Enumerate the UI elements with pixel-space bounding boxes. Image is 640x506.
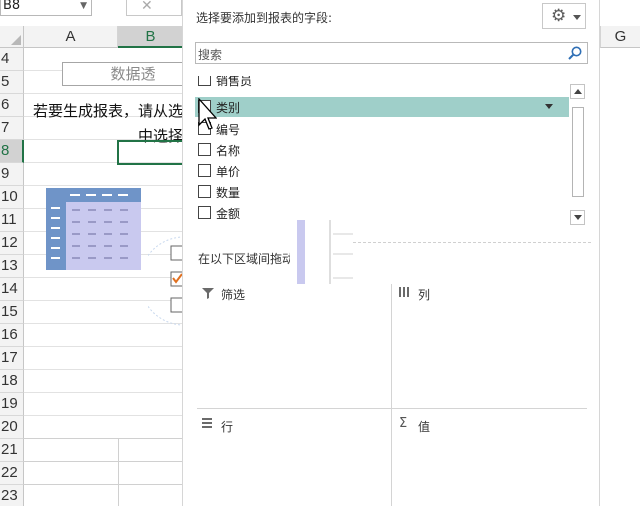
chevron-down-icon [573, 15, 581, 20]
row-header[interactable]: 15 [0, 301, 24, 324]
filters-area-title: 筛选 [221, 288, 246, 302]
row-header[interactable]: 4 [0, 48, 24, 71]
scroll-thumb[interactable] [572, 107, 584, 197]
field-label: 类别 [216, 101, 241, 115]
row-header[interactable]: 21 [0, 439, 24, 462]
scroll-down-button[interactable] [570, 210, 585, 225]
search-placeholder: 搜索 [198, 48, 223, 62]
row-gridline [24, 369, 184, 370]
row-header[interactable]: 11 [0, 209, 24, 232]
pivot-placeholder-text: 若要生成报表，请从选 [33, 102, 184, 120]
field-label: 金额 [216, 207, 241, 221]
field-checkbox[interactable] [198, 76, 211, 86]
column-header-g[interactable]: G [600, 26, 640, 48]
field-label: 名称 [216, 144, 241, 158]
values-drop-zone[interactable] [395, 434, 587, 504]
row-header[interactable]: 13 [0, 255, 24, 278]
row-header[interactable]: 22 [0, 462, 24, 485]
area-separator-horizontal [197, 408, 587, 409]
field-list: 销售员 类别 编号 名称 单价 数量 金额 [195, 76, 569, 226]
tools-button[interactable]: ⚙ [542, 3, 586, 29]
row-gridline [24, 93, 184, 94]
field-label: 单价 [216, 165, 241, 179]
field-label: 编号 [216, 123, 241, 137]
close-icon: ✕ [141, 0, 153, 14]
field-checkbox[interactable] [198, 185, 211, 198]
columns-icon [399, 287, 409, 297]
field-item-salesperson[interactable]: 销售员 [195, 76, 569, 90]
field-item-unit-price[interactable]: 单价 [195, 161, 569, 181]
select-all-corner[interactable] [0, 26, 24, 48]
row-header[interactable]: 16 [0, 324, 24, 347]
row-gridline [24, 461, 184, 462]
field-checkbox[interactable] [198, 206, 211, 219]
rows-icon [202, 418, 212, 428]
search-icon[interactable] [567, 45, 583, 61]
scroll-up-button[interactable] [570, 84, 585, 99]
row-header[interactable]: 14 [0, 278, 24, 301]
row-gridline [24, 484, 184, 485]
row-gridline [24, 392, 184, 393]
row-header[interactable]: 19 [0, 393, 24, 416]
row-header[interactable]: 6 [0, 94, 24, 117]
name-box[interactable]: B8 ▼ [0, 0, 92, 16]
pivot-placeholder-title: 数据透 [62, 62, 184, 86]
row-gridline [24, 438, 184, 439]
pivot-fields-pane: 选择要添加到报表的字段: ⚙ 搜索 销售员 类别 编号 名称 单价 数量 金额 … [182, 0, 600, 506]
field-checkbox[interactable] [198, 143, 211, 156]
filter-icon [202, 288, 214, 299]
sigma-icon: Σ [399, 416, 408, 431]
field-item-quantity[interactable]: 数量 [195, 182, 569, 202]
field-item-amount[interactable]: 金额 [195, 203, 569, 223]
row-header[interactable]: 7 [0, 117, 24, 140]
pivot-table-icon [46, 188, 141, 270]
row-header[interactable]: 12 [0, 232, 24, 255]
field-item-code[interactable]: 编号 [195, 119, 569, 139]
field-label: 销售员 [216, 76, 253, 88]
row-gridline [24, 346, 184, 347]
layout-drag-handle-icon[interactable] [297, 220, 355, 284]
field-list-scrollbar[interactable] [569, 84, 586, 228]
values-area-title: 值 [418, 420, 431, 434]
field-list-illustration-icon [148, 236, 184, 326]
active-cell[interactable] [117, 140, 185, 165]
rows-area-title: 行 [221, 420, 234, 434]
row-gridline [24, 415, 184, 416]
row-header[interactable]: 20 [0, 416, 24, 439]
chevron-down-icon[interactable] [545, 104, 553, 109]
field-label: 数量 [216, 186, 241, 200]
chevron-down-icon[interactable]: ▼ [80, 0, 87, 15]
areas-label: 在以下区域间拖动字段 [198, 252, 290, 266]
row-header[interactable]: 23 [0, 485, 24, 506]
gear-icon: ⚙ [551, 6, 567, 26]
formula-cancel-button[interactable]: ✕ [126, 0, 182, 16]
row-header[interactable]: 9 [0, 163, 24, 186]
pane-title: 选择要添加到报表的字段: [196, 11, 333, 25]
name-box-value: B8 [3, 0, 21, 13]
rows-drop-zone[interactable] [197, 434, 389, 504]
field-item-category[interactable]: 类别 [195, 97, 569, 117]
section-divider [353, 242, 591, 243]
columns-drop-zone[interactable] [395, 302, 587, 406]
column-gridline [118, 438, 119, 506]
field-search-input[interactable]: 搜索 [195, 42, 588, 64]
row-gridline [24, 185, 184, 186]
row-header[interactable]: 17 [0, 347, 24, 370]
row-header[interactable]: 8 [0, 140, 24, 163]
field-checkbox[interactable] [198, 164, 211, 177]
column-header-a[interactable]: A [24, 26, 118, 48]
area-separator-vertical [391, 284, 392, 506]
field-item-name[interactable]: 名称 [195, 140, 569, 160]
filters-drop-zone[interactable] [197, 302, 389, 406]
columns-area-title: 列 [418, 288, 431, 302]
row-header[interactable]: 18 [0, 370, 24, 393]
column-header-b[interactable]: B [118, 26, 184, 48]
row-header[interactable]: 5 [0, 71, 24, 94]
row-header[interactable]: 10 [0, 186, 24, 209]
mouse-cursor-icon [198, 98, 217, 130]
